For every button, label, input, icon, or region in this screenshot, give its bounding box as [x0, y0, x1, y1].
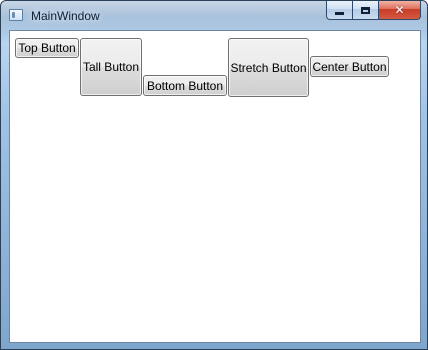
tall-button[interactable]: Tall Button — [80, 38, 142, 96]
window-icon[interactable] — [9, 9, 23, 21]
top-button[interactable]: Top Button — [15, 38, 79, 58]
minimize-icon — [335, 11, 344, 15]
stretch-button[interactable]: Stretch Button — [228, 38, 309, 97]
maximize-icon — [361, 6, 370, 14]
window-title: MainWindow — [31, 9, 100, 23]
bottom-button[interactable]: Bottom Button — [143, 75, 227, 96]
close-button[interactable]: ✕ — [378, 1, 421, 20]
main-window: MainWindow ✕ Top Button Tall Button Bott… — [0, 0, 428, 350]
client-area: Top Button Tall Button Bottom Button Str… — [9, 30, 421, 343]
caption-buttons: ✕ — [326, 1, 421, 20]
title-bar[interactable]: MainWindow ✕ — [1, 1, 427, 30]
minimize-button[interactable] — [326, 1, 352, 20]
center-button[interactable]: Center Button — [310, 56, 389, 77]
close-icon: ✕ — [394, 3, 405, 17]
maximize-button[interactable] — [352, 1, 378, 20]
